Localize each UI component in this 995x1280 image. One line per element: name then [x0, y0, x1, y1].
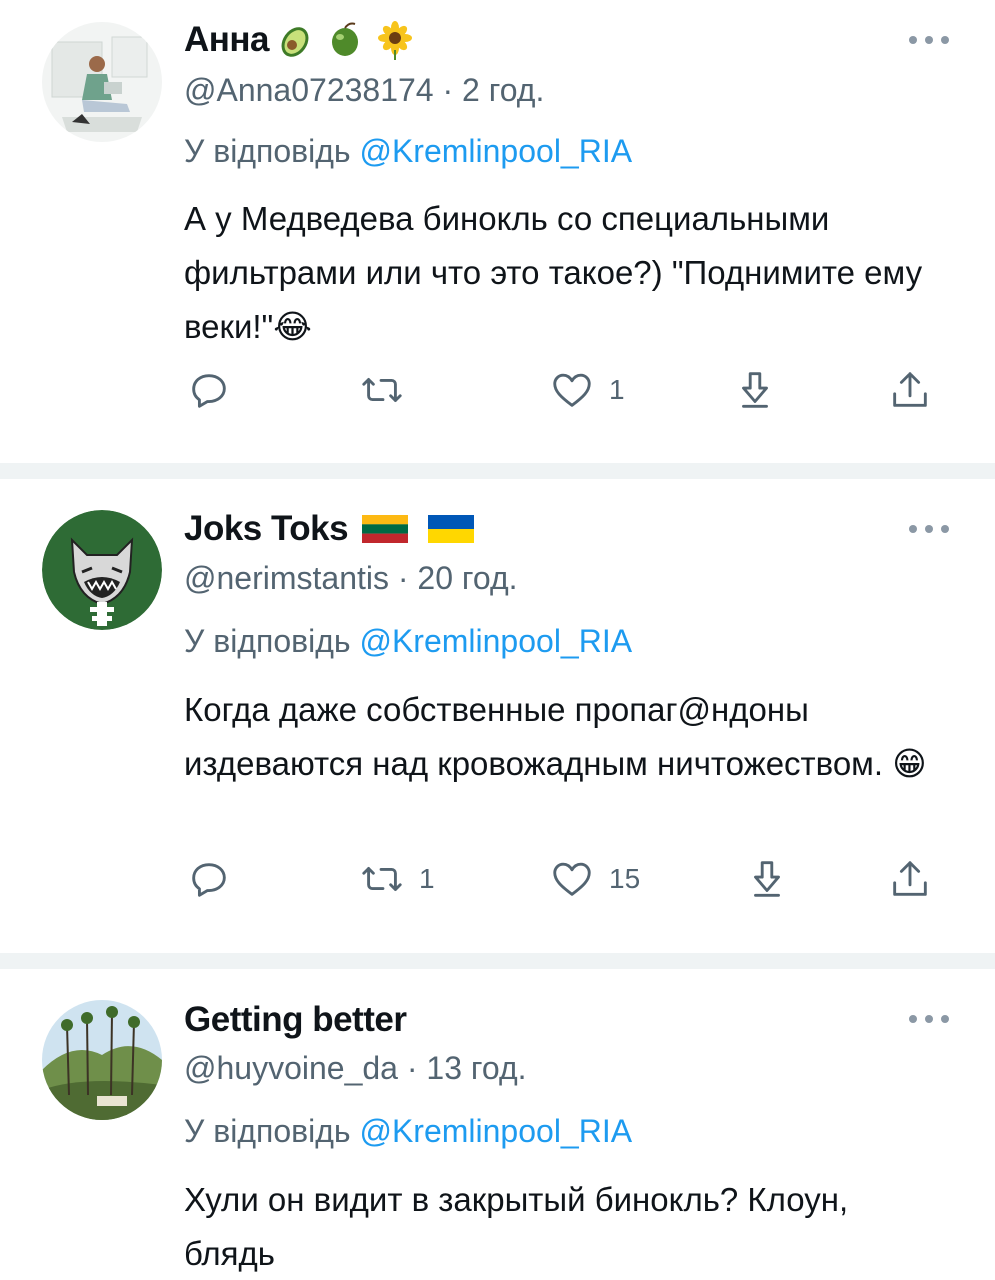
- laughing-emoji-icon: 😂: [273, 308, 312, 345]
- display-name[interactable]: Анна: [184, 20, 270, 60]
- bookmark-icon: [742, 372, 768, 408]
- avocado-icon: [281, 27, 309, 57]
- reply-mention-link[interactable]: @Kremlinpool_RIA: [359, 623, 632, 659]
- avatar[interactable]: [42, 1000, 162, 1120]
- handle-time[interactable]: @Anna07238174 · 2 год.: [184, 70, 544, 110]
- action-bar: 1: [184, 365, 944, 415]
- share-button[interactable]: [887, 854, 933, 904]
- tweet-2[interactable]: Joks Toks @nerimstantis · 20 год. У відп…: [0, 479, 995, 953]
- olive-icon: [332, 22, 359, 56]
- tweet-text: Хули он видит в закрытый бинокль? Клоун,…: [184, 1173, 884, 1280]
- reply-label: У відповідь: [184, 623, 351, 659]
- bookmark-icon: [754, 861, 780, 897]
- handle-time[interactable]: @huyvoine_da · 13 год.: [184, 1048, 527, 1088]
- sunflower-icon: [378, 21, 413, 60]
- tweet-text: А у Медведева бинокль со специальными фи…: [184, 192, 964, 354]
- reply-context: У відповідь @Kremlinpool_RIA: [184, 621, 632, 661]
- tweet-text: Когда даже собственные пропаг@ндоны изде…: [184, 683, 964, 791]
- like-icon: [553, 862, 591, 896]
- bookmark-button[interactable]: [744, 854, 790, 904]
- reply-icon: [192, 863, 226, 897]
- reply-context: У відповідь @Kremlinpool_RIA: [184, 1111, 632, 1151]
- like-icon: [553, 373, 591, 407]
- reply-mention-link[interactable]: @Kremlinpool_RIA: [359, 133, 632, 169]
- more-icon[interactable]: [909, 34, 949, 46]
- reply-label: У відповідь: [184, 1113, 351, 1149]
- like-count: 1: [609, 374, 625, 405]
- display-name[interactable]: Getting better: [184, 1000, 407, 1040]
- tweet-3[interactable]: Getting better @huyvoine_da · 13 год. У …: [0, 969, 995, 1280]
- flag-lithuania-icon: [362, 515, 409, 543]
- like-button[interactable]: 1: [549, 365, 625, 415]
- handle-time[interactable]: @nerimstantis · 20 год.: [184, 558, 518, 598]
- reply-button[interactable]: [186, 365, 232, 415]
- bookmark-button[interactable]: [732, 365, 778, 415]
- retweet-count: 1: [419, 863, 435, 894]
- retweet-button[interactable]: [359, 365, 419, 415]
- like-count: 15: [609, 863, 641, 894]
- retweet-icon: [362, 378, 402, 402]
- share-button[interactable]: [887, 365, 933, 415]
- more-icon[interactable]: [909, 523, 949, 535]
- like-button[interactable]: 15: [549, 854, 640, 904]
- tweet-divider: [0, 953, 995, 969]
- reply-icon: [192, 374, 226, 408]
- reply-context: У відповідь @Kremlinpool_RIA: [184, 131, 632, 171]
- share-icon: [893, 861, 927, 896]
- action-bar: 1 15: [184, 854, 944, 904]
- retweet-button[interactable]: 1: [359, 854, 435, 904]
- tweet-text-body: Хули он видит в закрытый бинокль? Клоун,…: [184, 1181, 849, 1272]
- avatar[interactable]: [42, 22, 162, 142]
- avatar[interactable]: [42, 510, 162, 630]
- tweet-text-body: Когда даже собственные пропаг@ндоны изде…: [184, 691, 884, 782]
- reply-label: У відповідь: [184, 133, 351, 169]
- more-icon[interactable]: [909, 1013, 949, 1025]
- reply-mention-link[interactable]: @Kremlinpool_RIA: [359, 1113, 632, 1149]
- tweet-1[interactable]: Анна @Anna07238174 · 2 год. У відповідь …: [0, 0, 995, 465]
- flag-ukraine-icon: [428, 515, 475, 543]
- grinning-emoji-icon: 😁: [892, 745, 927, 782]
- share-icon: [893, 372, 927, 407]
- reply-button[interactable]: [186, 854, 232, 904]
- tweet-divider: [0, 463, 995, 479]
- retweet-icon: [362, 867, 402, 891]
- display-name[interactable]: Joks Toks: [184, 509, 349, 549]
